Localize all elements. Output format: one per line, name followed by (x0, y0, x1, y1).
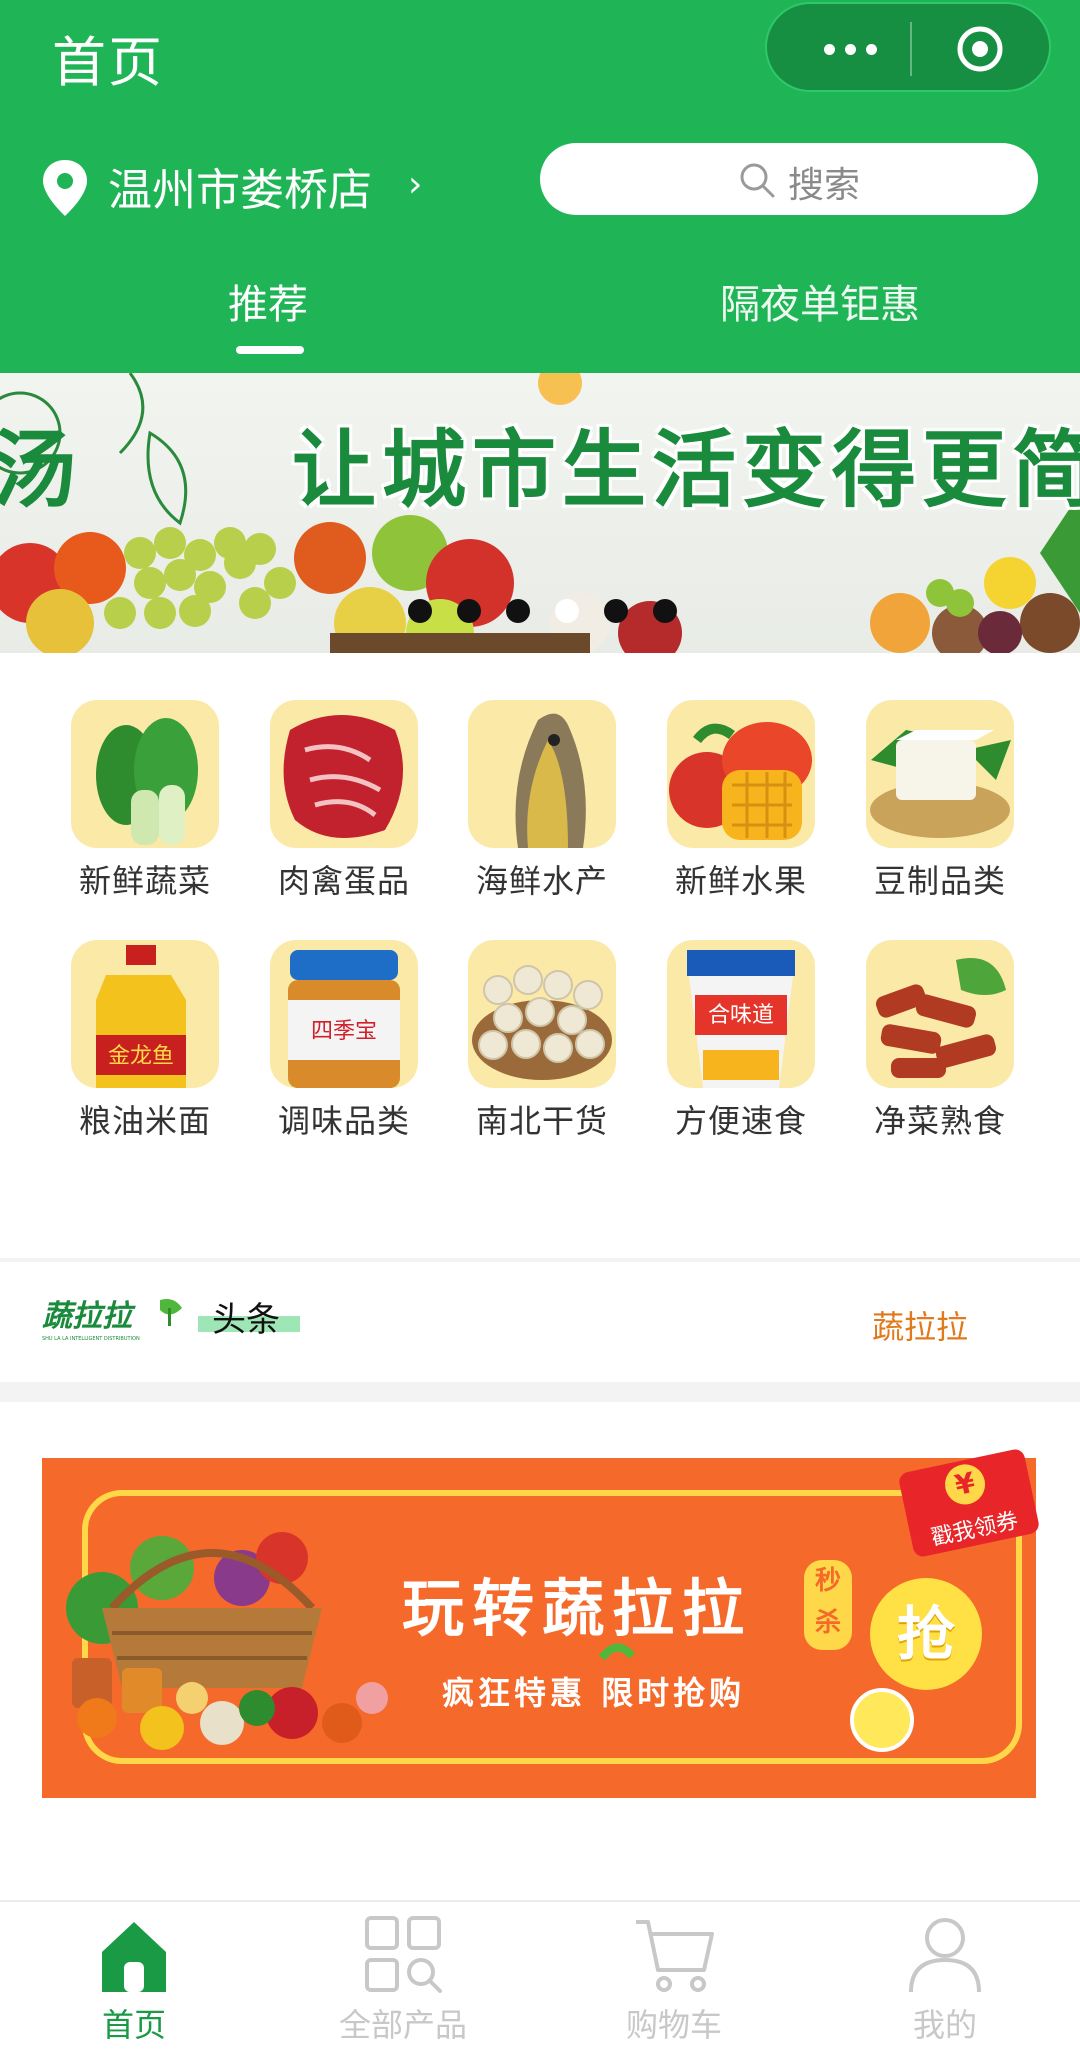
headline-row[interactable]: 蔬拉拉 SHU LA LA INTELLIGENT DISTRIBUTION 头… (0, 1262, 1080, 1382)
category-label: 豆制品类 (873, 862, 1006, 900)
user-icon (909, 1918, 981, 1993)
category-label: 肉禽蛋品 (277, 862, 410, 900)
tab-label: 购物车 (625, 2006, 722, 2044)
cooked-meat-icon (866, 940, 1014, 1088)
tab-label: 我的 (912, 2006, 977, 2044)
fruit-basket-image (0, 515, 1080, 653)
chevron-right-icon[interactable]: › (408, 164, 422, 205)
logo-subtext: SHU LA LA INTELLIGENT DISTRIBUTION (42, 1336, 140, 1342)
category-seafood[interactable]: 海鲜水产 (452, 700, 632, 902)
more-options-button[interactable] (805, 26, 895, 72)
category-label: 海鲜水产 (475, 862, 608, 900)
more-dot-icon (823, 43, 835, 55)
tab-overnight-deals[interactable]: 隔夜单钜惠 (720, 272, 920, 330)
svg-text:合味道: 合味道 (708, 1003, 774, 1028)
category-fresh-vegetables[interactable]: 新鲜蔬菜 (55, 700, 235, 902)
tab-label: 全部产品 (338, 2006, 467, 2044)
close-target-icon[interactable] (955, 24, 1005, 74)
carousel-dot[interactable] (604, 599, 628, 623)
svg-text:四季宝: 四季宝 (311, 1019, 377, 1044)
carousel-dot[interactable] (408, 599, 432, 623)
carousel-dot[interactable] (653, 599, 677, 623)
oil-bottle-icon: 金龙鱼 (71, 940, 219, 1088)
search-placeholder: 搜索 (788, 165, 861, 206)
category-label: 南北干货 (475, 1102, 608, 1140)
bottom-tab-bar: 首页 全部产品 购物车 我的 (0, 1900, 1080, 2065)
capsule-divider (910, 22, 912, 76)
category-fresh-fruits[interactable]: 新鲜水果 (651, 700, 831, 902)
category-label: 调味品类 (277, 1102, 410, 1140)
category-label: 新鲜蔬菜 (78, 862, 211, 900)
carousel-dot[interactable] (457, 599, 481, 623)
section-divider (0, 1382, 1080, 1402)
tab-cart[interactable]: 购物车 (574, 1914, 774, 2046)
search-icon (740, 163, 775, 198)
grid-icon (365, 1916, 442, 1993)
search-input[interactable]: 搜索 (540, 143, 1038, 215)
bok-choy-icon (71, 700, 219, 848)
miniprogram-capsule (765, 2, 1051, 92)
headline-source-link[interactable]: 蔬拉拉 (872, 1302, 968, 1348)
category-meat-eggs[interactable]: 肉禽蛋品 (254, 700, 434, 902)
headline-badge: 头条 (198, 1292, 300, 1340)
store-selector[interactable]: 温州市娄桥店 (108, 154, 372, 218)
carousel-indicator (408, 599, 677, 623)
page-title: 首页 (52, 31, 164, 94)
more-dot-icon (865, 43, 877, 55)
brand-logo: 蔬拉拉 SHU LA LA INTELLIGENT DISTRIBUTION (42, 1299, 182, 1342)
shopping-cart-icon (636, 1920, 714, 1992)
active-tab-indicator (236, 346, 304, 354)
banner-carousel[interactable]: 汤 让城市生活变得更简 (0, 373, 1080, 653)
tab-all-products[interactable]: 全部产品 (303, 1914, 503, 2046)
category-label: 净菜熟食 (873, 1102, 1006, 1140)
category-label: 粮油米面 (78, 1102, 211, 1140)
steak-icon (270, 700, 418, 848)
lotus-seeds-icon (468, 940, 616, 1088)
tab-label: 首页 (101, 2006, 166, 2044)
cup-noodles-icon: 合味道 (667, 940, 815, 1088)
category-seasonings[interactable]: 四季宝 调味品类 (254, 940, 434, 1142)
more-dot-icon (844, 43, 856, 55)
fish-icon (468, 700, 616, 848)
carousel-dot[interactable] (506, 599, 530, 623)
location-pin-icon (43, 160, 87, 216)
lemon-slice-icon (598, 1643, 914, 1752)
peanut-butter-jar-icon: 四季宝 (270, 940, 418, 1088)
carousel-dot-active[interactable] (555, 599, 579, 623)
home-icon (102, 1922, 166, 1992)
category-label: 新鲜水果 (674, 862, 807, 900)
category-prepared-food[interactable]: 净菜熟食 (850, 940, 1030, 1142)
category-instant-food[interactable]: 合味道 方便速食 (651, 940, 831, 1142)
tab-home[interactable]: 首页 (34, 1914, 234, 2046)
category-label: 方便速食 (674, 1102, 807, 1140)
category-soy-products[interactable]: 豆制品类 (850, 700, 1030, 902)
tab-recommend[interactable]: 推荐 (228, 272, 308, 330)
tofu-icon (866, 700, 1014, 848)
header-bar: 首页 温州市娄桥店 › 搜索 推荐 隔夜单钜惠 (0, 0, 1080, 373)
promo-banner[interactable]: 玩转蔬拉拉 秒杀 抢 疯狂特惠 限时抢购 (42, 1458, 1036, 1798)
category-dried-goods[interactable]: 南北干货 (452, 940, 632, 1142)
category-grain-oil[interactable]: 金龙鱼 粮油米面 (55, 940, 235, 1142)
svg-text:金龙鱼: 金龙鱼 (108, 1044, 174, 1069)
headline-label: 头条 (212, 1300, 280, 1340)
mango-icon (667, 700, 815, 848)
logo-text: 蔬拉拉 (42, 1299, 136, 1334)
tab-profile[interactable]: 我的 (845, 1914, 1045, 2046)
